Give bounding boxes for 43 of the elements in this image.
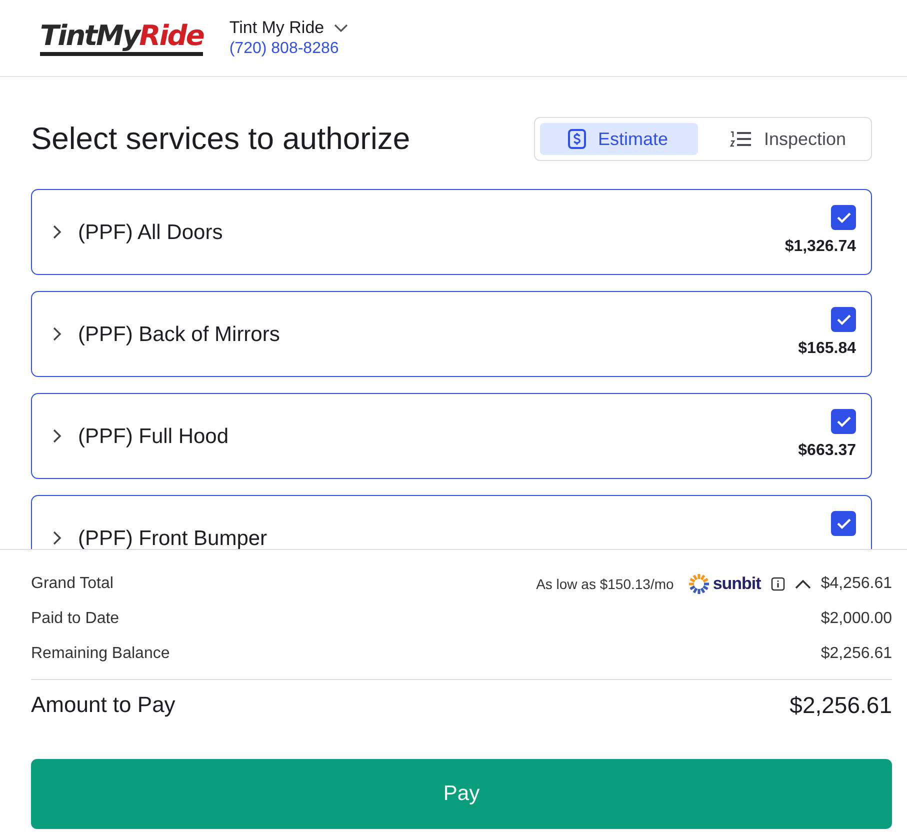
chevron-right-icon[interactable] [52, 428, 62, 444]
checkmark-icon [836, 518, 850, 529]
checkmark-icon [836, 212, 850, 223]
amount-to-pay-value: $2,256.61 [790, 692, 892, 719]
service-price: $165.84 [798, 340, 856, 358]
grand-total-value: $4,256.61 [820, 575, 892, 593]
service-card[interactable]: (PPF) All Doors $1,326.74 [31, 189, 872, 275]
checkbox[interactable] [831, 511, 856, 536]
service-card[interactable]: (PPF) Back of Mirrors $165.84 [31, 291, 872, 377]
checkbox[interactable] [831, 205, 856, 230]
service-name: (PPF) Full Hood [78, 426, 230, 446]
total-value: $2,256.61 [820, 645, 892, 663]
chevron-up-icon[interactable] [794, 579, 811, 589]
financing-text: As low as $150.13/mo [536, 576, 674, 592]
service-price: $1,326.74 [784, 238, 856, 256]
tab[interactable]: Estimate [540, 123, 698, 155]
chevron-right-icon[interactable] [52, 326, 62, 342]
tab[interactable]: Inspection [702, 123, 866, 155]
checkmark-icon [836, 314, 850, 325]
shop-name: Tint My Ride [229, 18, 324, 38]
logo: TintMyRide [40, 20, 204, 56]
service-price: $663.37 [798, 442, 856, 460]
amount-to-pay-label: Amount to Pay [31, 692, 176, 719]
checkmark-icon [836, 416, 850, 427]
chevron-down-icon[interactable] [334, 24, 348, 32]
total-label: Remaining Balance [31, 645, 170, 663]
service-name: (PPF) Back of Mirrors [78, 324, 281, 344]
page-title: Select services to authorize [31, 121, 410, 157]
service-name: (PPF) Front Bumper [78, 528, 268, 548]
service-card[interactable]: (PPF) Full Hood $663.37 [31, 393, 872, 479]
phone-link[interactable]: (720) 808-8286 [229, 40, 348, 58]
info-icon[interactable] [770, 577, 785, 591]
dollar-document-icon [568, 129, 586, 149]
numbered-list-icon [730, 130, 752, 148]
sunbit-logo: sunbit [688, 573, 761, 595]
total-label: Paid to Date [31, 610, 120, 628]
chevron-right-icon[interactable] [52, 224, 62, 240]
service-name: (PPF) All Doors [78, 222, 224, 242]
chevron-right-icon[interactable] [52, 530, 62, 546]
checkbox[interactable] [831, 409, 856, 434]
checkbox[interactable] [831, 307, 856, 332]
total-value: $2,000.00 [820, 610, 892, 628]
grand-total-label: Grand Total [31, 575, 114, 593]
